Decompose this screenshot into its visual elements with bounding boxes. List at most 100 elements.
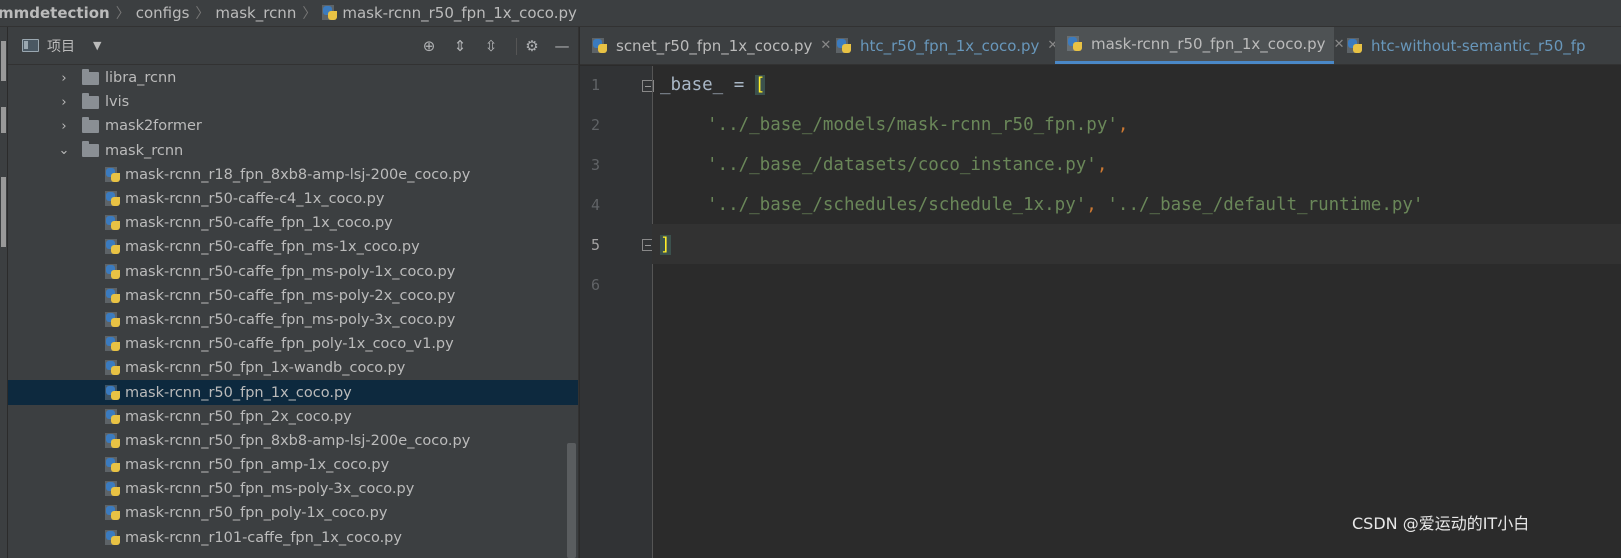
tab-label: scnet_r50_fpn_1x_coco.py	[616, 36, 813, 55]
code-operator: =	[723, 75, 755, 95]
stripe-tab-structure[interactable]	[1, 107, 6, 133]
tree-folder-mask-rcnn[interactable]: ⌄ mask_rcnn	[8, 139, 578, 163]
code-bracket-open: [	[754, 75, 766, 95]
python-file-icon	[322, 5, 338, 21]
folder-icon	[82, 116, 99, 133]
python-file-icon	[105, 311, 121, 328]
tab-label: htc-without-semantic_r50_fp	[1371, 36, 1586, 55]
current-line-highlight	[652, 224, 1621, 264]
tree-file-item[interactable]: mask-rcnn_r50-caffe-c4_1x_coco.py	[8, 187, 578, 211]
gear-icon[interactable]: ⚙	[523, 37, 541, 55]
python-file-icon	[836, 37, 852, 54]
python-file-icon	[105, 481, 121, 497]
breadcrumb: mmdetection 〉 configs 〉 mask_rcnn 〉 mask…	[0, 0, 1621, 27]
line-number-current: 5	[590, 236, 600, 254]
line-number: 3	[590, 156, 600, 174]
breadcrumb-item-file[interactable]: mask-rcnn_r50_fpn_1x_coco.py	[342, 4, 577, 22]
tab-scnet[interactable]: scnet_r50_fpn_1x_coco.py ✕	[580, 27, 831, 64]
tree-file-label: mask-rcnn_r50-caffe_fpn_ms-poly-3x_coco.…	[125, 311, 456, 328]
tab-htc[interactable]: htc_r50_fpn_1x_coco.py ✕	[824, 27, 1058, 64]
chevron-right-icon[interactable]: ›	[58, 71, 70, 86]
tree-file-item[interactable]: mask-rcnn_r50-caffe_fpn_ms-poly-2x_coco.…	[8, 284, 578, 308]
tab-label: htc_r50_fpn_1x_coco.py	[860, 36, 1040, 55]
tree-file-label: mask-rcnn_r50_fpn_1x_coco.py	[125, 384, 352, 401]
collapse-all-icon[interactable]: ⇳	[482, 37, 500, 55]
tree-file-item[interactable]: mask-rcnn_r101-caffe_fpn_1x_coco.py	[8, 526, 578, 550]
code-comma: ,	[1096, 155, 1108, 175]
python-file-icon	[105, 336, 121, 352]
chevron-right-icon: 〉	[302, 6, 317, 22]
tree-file-label: mask-rcnn_r50-caffe-c4_1x_coco.py	[125, 191, 385, 208]
folder-icon	[82, 68, 99, 85]
tree-file-item[interactable]: mask-rcnn_r50_fpn_8xb8-amp-lsj-200e_coco…	[8, 429, 578, 453]
code-line-1: _base_ = [	[660, 75, 766, 95]
code-string: '../_base_/schedules/schedule_1x.py'	[707, 195, 1087, 215]
tree-file-item[interactable]: mask-rcnn_r50_fpn_2x_coco.py	[8, 405, 578, 429]
tool-window-stripe	[0, 27, 8, 558]
editor-gutter: 1 2 3 4 5 6	[580, 66, 654, 558]
line-number: 6	[590, 276, 600, 294]
line-number: 2	[590, 116, 600, 134]
minimize-icon[interactable]: —	[553, 37, 571, 55]
tree-file-item[interactable]: mask-rcnn_r50_fpn_poly-1x_coco.py	[8, 501, 578, 525]
breadcrumb-item-mmdetection[interactable]: mmdetection	[0, 4, 110, 22]
python-file-icon	[1347, 37, 1363, 54]
breadcrumb-item-mask-rcnn[interactable]: mask_rcnn	[215, 4, 296, 22]
line-number: 4	[590, 196, 600, 214]
line-number: 1	[590, 76, 600, 94]
python-file-icon	[105, 166, 121, 183]
breadcrumb-item-configs[interactable]: configs	[136, 4, 190, 22]
tree-file-label: mask-rcnn_r50-caffe_fpn_poly-1x_coco_v1.…	[125, 336, 454, 353]
tree-file-item[interactable]: mask-rcnn_r50_fpn_ms-poly-3x_coco.py	[8, 477, 578, 501]
folder-icon	[82, 92, 99, 109]
project-panel-header: 项目 ▼ ⊕ ⇕ ⇳ ⚙ —	[8, 27, 578, 65]
scrollbar-thumb[interactable]	[567, 443, 576, 558]
python-file-icon	[592, 37, 608, 54]
chevron-down-icon[interactable]: ▼	[93, 39, 101, 52]
tree-file-item[interactable]: mask-rcnn_r50-caffe_fpn_ms-poly-1x_coco.…	[8, 260, 578, 284]
python-file-icon	[105, 263, 121, 280]
code-bracket-close: ]	[660, 235, 671, 255]
code-line-5: ]	[660, 235, 671, 255]
chevron-right-icon[interactable]: ›	[58, 119, 70, 134]
tree-folder-lvis[interactable]: › lvis	[8, 90, 578, 114]
tree-folder-mask2former[interactable]: › mask2former	[8, 114, 578, 138]
tree-file-label: mask-rcnn_r50-caffe_fpn_ms-poly-2x_coco.…	[125, 287, 456, 304]
chevron-down-icon[interactable]: ⌄	[58, 143, 70, 158]
tree-file-item[interactable]: mask-rcnn_r50-caffe_fpn_ms-1x_coco.py	[8, 235, 578, 259]
python-file-icon	[105, 360, 121, 376]
chevron-right-icon[interactable]: ›	[58, 95, 70, 110]
expand-all-icon[interactable]: ⇕	[451, 37, 469, 55]
tree-folder-libra-rcnn[interactable]: › libra_rcnn	[8, 66, 578, 90]
tree-file-item[interactable]: mask-rcnn_r50_fpn_1x_coco.py	[8, 380, 578, 405]
python-file-icon	[1067, 36, 1083, 52]
tab-htc-without-semantic[interactable]: htc-without-semantic_r50_fp	[1335, 27, 1586, 64]
editor-tabs: scnet_r50_fpn_1x_coco.py ✕ htc_r50_fpn_1…	[580, 27, 1621, 65]
code-line-4: '../_base_/schedules/schedule_1x.py', '.…	[707, 195, 1423, 215]
tree-file-label: mask-rcnn_r50_fpn_amp-1x_coco.py	[125, 457, 390, 474]
tree-file-label: mask-rcnn_r50_fpn_8xb8-amp-lsj-200e_coco…	[125, 432, 471, 449]
folder-icon	[82, 141, 99, 158]
code-line-2: '../_base_/models/mask-rcnn_r50_fpn.py',	[707, 115, 1128, 135]
tree-file-item[interactable]: mask-rcnn_r50-caffe_fpn_1x_coco.py	[8, 211, 578, 235]
tree-file-item[interactable]: mask-rcnn_r50_fpn_amp-1x_coco.py	[8, 453, 578, 477]
python-file-icon	[105, 191, 121, 207]
tree-file-item[interactable]: mask-rcnn_r18_fpn_8xb8-amp-lsj-200e_coco…	[8, 163, 578, 187]
tab-mask-rcnn[interactable]: mask-rcnn_r50_fpn_1x_coco.py ✕	[1055, 27, 1344, 64]
code-line-3: '../_base_/datasets/coco_instance.py',	[707, 155, 1107, 175]
project-panel-title[interactable]: 项目	[47, 36, 75, 56]
python-file-icon	[105, 529, 121, 546]
locate-icon[interactable]: ⊕	[420, 37, 438, 55]
stripe-tab-project[interactable]	[1, 41, 6, 81]
tree-file-item[interactable]: mask-rcnn_r50_fpn_1x-wandb_coco.py	[8, 356, 578, 380]
tree-folder-label: mask2former	[105, 118, 202, 135]
project-window-icon	[22, 39, 39, 52]
tree-file-label: mask-rcnn_r50-caffe_fpn_ms-poly-1x_coco.…	[125, 263, 456, 280]
stripe-tab-bookmarks[interactable]	[1, 177, 6, 247]
code-string: '../_base_/models/mask-rcnn_r50_fpn.py'	[707, 115, 1118, 135]
code-editor[interactable]: 1 2 3 4 5 6 _base_ = [ '../_base_/models…	[580, 66, 1621, 558]
tree-file-item[interactable]: mask-rcnn_r50-caffe_fpn_poly-1x_coco_v1.…	[8, 332, 578, 356]
tree-folder-label: lvis	[105, 94, 130, 111]
tree-file-item[interactable]: mask-rcnn_r50-caffe_fpn_ms-poly-3x_coco.…	[8, 308, 578, 332]
code-comma: ,	[1086, 195, 1097, 215]
